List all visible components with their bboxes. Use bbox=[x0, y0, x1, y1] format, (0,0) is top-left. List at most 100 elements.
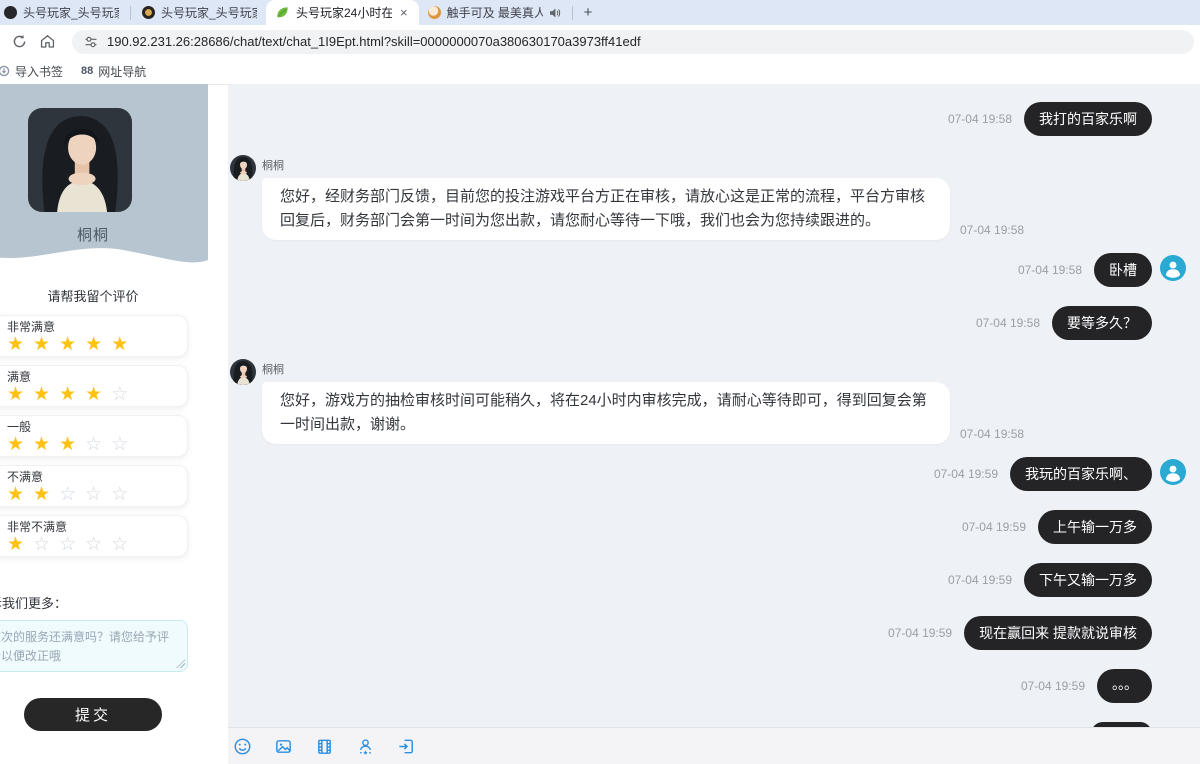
star-empty-icon[interactable]: ☆ bbox=[59, 484, 76, 505]
agent-name: 桐桐 bbox=[262, 157, 1024, 173]
user-bubble: 下午又输一万多 bbox=[1024, 563, 1152, 597]
rating-card[interactable]: 满意★ ★ ★ ★ ☆ bbox=[0, 365, 188, 407]
rate-service-icon[interactable] bbox=[355, 736, 375, 756]
star-filled-icon[interactable]: ★ bbox=[85, 334, 102, 355]
user-message: 07-04 19:59上午输一万多 bbox=[228, 510, 1200, 544]
chat-message-area[interactable]: 07-04 19:58我打的百家乐啊桐桐您好，经财务部门反馈，目前您的投注游戏平… bbox=[228, 84, 1200, 727]
star-row: ★ ☆ ☆ ☆ ☆ bbox=[7, 535, 187, 556]
timestamp: 07-04 19:59 bbox=[948, 573, 1012, 587]
timestamp: 07-04 19:59 bbox=[1021, 679, 1085, 693]
star-filled-icon[interactable]: ★ bbox=[33, 484, 50, 505]
user-message: 07-04 19:58要等多久？ bbox=[228, 306, 1200, 340]
star-filled-icon[interactable]: ★ bbox=[33, 434, 50, 455]
chat-input-toolbar bbox=[228, 727, 1200, 764]
tab-close-icon[interactable]: × bbox=[398, 6, 410, 19]
user-bubble: 卧槽 bbox=[1094, 253, 1152, 287]
browser-window: 头号玩家_头号玩家游 头号玩家_头号玩家游 头号玩家24小时在 × 触手可及 最… bbox=[0, 0, 1200, 764]
wave-divider bbox=[0, 243, 208, 273]
submit-button[interactable]: 提交 bbox=[24, 698, 162, 731]
grid-icon: 88 bbox=[81, 65, 93, 77]
gold-circle-favicon-icon bbox=[142, 6, 155, 19]
tab-4[interactable]: 触手可及 最美真人 bbox=[419, 0, 570, 25]
tab-label: 头号玩家_头号玩家游 bbox=[161, 4, 257, 21]
user-bubble: 上午输一万多 bbox=[1038, 510, 1152, 544]
star-filled-icon[interactable]: ★ bbox=[111, 334, 128, 355]
rating-card[interactable]: 不满意★★☆☆☆ bbox=[0, 465, 188, 507]
star-empty-icon[interactable]: ☆ bbox=[111, 384, 128, 405]
star-empty-icon[interactable]: ☆ bbox=[111, 434, 128, 455]
star-filled-icon[interactable]: ★ bbox=[59, 434, 76, 455]
feedback-textarea[interactable] bbox=[0, 620, 188, 672]
star-filled-icon[interactable]: ★ bbox=[7, 384, 24, 405]
tab-label: 头号玩家24小时在 bbox=[296, 4, 392, 21]
new-tab-button[interactable]: + bbox=[575, 4, 602, 21]
tab-2[interactable]: 头号玩家_头号玩家游 bbox=[133, 0, 266, 25]
user-bubble: 现在赢回来 提款就说审核 bbox=[964, 616, 1152, 650]
url-bar[interactable]: 190.92.231.26:28686/chat/text/chat_1I9Ep… bbox=[72, 30, 1194, 54]
star-filled-icon[interactable]: ★ bbox=[7, 434, 24, 455]
star-filled-icon[interactable]: ★ bbox=[85, 384, 102, 405]
reload-icon[interactable] bbox=[11, 33, 28, 50]
emoji-icon[interactable] bbox=[232, 736, 252, 756]
tab-separator bbox=[130, 6, 131, 20]
star-empty-icon[interactable]: ☆ bbox=[111, 484, 128, 505]
agent-bubble: 您好，游戏方的抽检审核时间可能稍久，将在24小时内审核完成，请耐心等待即可，得到… bbox=[262, 382, 950, 444]
sidebar-header: 桐桐 bbox=[0, 84, 208, 272]
star-row: ★ ★ ★ ★ ☆ bbox=[7, 385, 187, 406]
timestamp: 07-04 19:59 bbox=[934, 467, 998, 481]
user-message: 07-04 19:58我打的百家乐啊 bbox=[228, 102, 1200, 136]
rating-label: 非常满意 bbox=[7, 321, 187, 334]
user-message: 07-04 19:59。。。 bbox=[228, 669, 1200, 703]
user-bubble: 我打的百家乐啊 bbox=[1024, 102, 1152, 136]
star-empty-icon[interactable]: ☆ bbox=[59, 534, 76, 555]
bookmark-nav[interactable]: 88 网址导航 bbox=[81, 63, 146, 80]
star-filled-icon[interactable]: ★ bbox=[7, 484, 24, 505]
timestamp: 07-04 19:59 bbox=[888, 626, 952, 640]
agent-message: 桐桐您好，经财务部门反馈，目前您的投注游戏平台方正在审核，请放心这是正常的流程，… bbox=[228, 155, 1200, 240]
user-message: 07-04 19:59 现在赢回来 提款就说审核 bbox=[228, 616, 1200, 650]
timestamp: 07-04 19:58 bbox=[976, 316, 1040, 330]
sidebar: 桐桐 请帮我留个评价 非常满意★★★★★满意★★★★☆一般★★★☆☆不满意★★☆… bbox=[0, 84, 208, 764]
rating-label: 满意 bbox=[7, 371, 187, 384]
star-filled-icon[interactable]: ★ bbox=[59, 384, 76, 405]
star-filled-icon[interactable]: ★ bbox=[59, 334, 76, 355]
star-filled-icon[interactable]: ★ bbox=[33, 334, 50, 355]
bookmark-import[interactable]: 导入书签 bbox=[0, 63, 63, 80]
star-row: ★ ★ ★ ☆ ☆ bbox=[7, 435, 187, 456]
rating-card[interactable]: 非常不满意★☆☆☆☆ bbox=[0, 515, 188, 557]
rating-label: 一般 bbox=[7, 421, 187, 434]
site-settings-icon[interactable] bbox=[84, 35, 98, 49]
tab-label: 头号玩家_头号玩家游 bbox=[23, 4, 119, 21]
tab-audio-speaker-icon[interactable] bbox=[549, 7, 561, 19]
timestamp: 07-04 19:58 bbox=[960, 427, 1024, 441]
image-icon[interactable] bbox=[273, 736, 293, 756]
message-list: 07-04 19:58我打的百家乐啊桐桐您好，经财务部门反馈，目前您的投注游戏平… bbox=[228, 102, 1200, 727]
tab-separator bbox=[572, 6, 573, 20]
rating-card[interactable]: 非常满意★ ★ ★ ★ ★ bbox=[0, 315, 188, 357]
tab-label: 触手可及 最美真人 bbox=[447, 4, 543, 21]
agent-bubble: 您好，经财务部门反馈，目前您的投注游戏平台方正在审核，请放心这是正常的流程，平台… bbox=[262, 178, 950, 240]
star-empty-icon[interactable]: ☆ bbox=[85, 534, 102, 555]
agent-avatar bbox=[230, 155, 256, 181]
tab-3-active[interactable]: 头号玩家24小时在 × bbox=[266, 0, 419, 25]
user-avatar bbox=[1160, 459, 1186, 485]
home-icon[interactable] bbox=[39, 33, 56, 50]
tab-1[interactable]: 头号玩家_头号玩家游 bbox=[0, 0, 128, 25]
dark-circle-favicon-icon bbox=[4, 6, 17, 19]
star-empty-icon[interactable]: ☆ bbox=[85, 484, 102, 505]
star-empty-icon[interactable]: ☆ bbox=[111, 534, 128, 555]
exit-icon[interactable] bbox=[396, 736, 416, 756]
bookmark-label: 网址导航 bbox=[98, 63, 146, 80]
star-empty-icon[interactable]: ☆ bbox=[33, 534, 50, 555]
star-filled-icon[interactable]: ★ bbox=[33, 384, 50, 405]
star-filled-icon[interactable]: ★ bbox=[7, 534, 24, 555]
user-message: 07-04 19:59 下午又输一万多 bbox=[228, 563, 1200, 597]
star-empty-icon[interactable]: ☆ bbox=[85, 434, 102, 455]
bookmarks-bar: 导入书签 88 网址导航 bbox=[0, 58, 1200, 85]
url-text[interactable]: 190.92.231.26:28686/chat/text/chat_1I9Ep… bbox=[107, 34, 641, 49]
user-message: 07-04 19:59我玩的百家乐啊、 bbox=[228, 457, 1200, 491]
tab-bar: 头号玩家_头号玩家游 头号玩家_头号玩家游 头号玩家24小时在 × 触手可及 最… bbox=[0, 0, 1200, 25]
rating-card[interactable]: 一般★ ★ ★ ☆ ☆ bbox=[0, 415, 188, 457]
video-icon[interactable] bbox=[314, 736, 334, 756]
star-filled-icon[interactable]: ★ bbox=[7, 334, 24, 355]
